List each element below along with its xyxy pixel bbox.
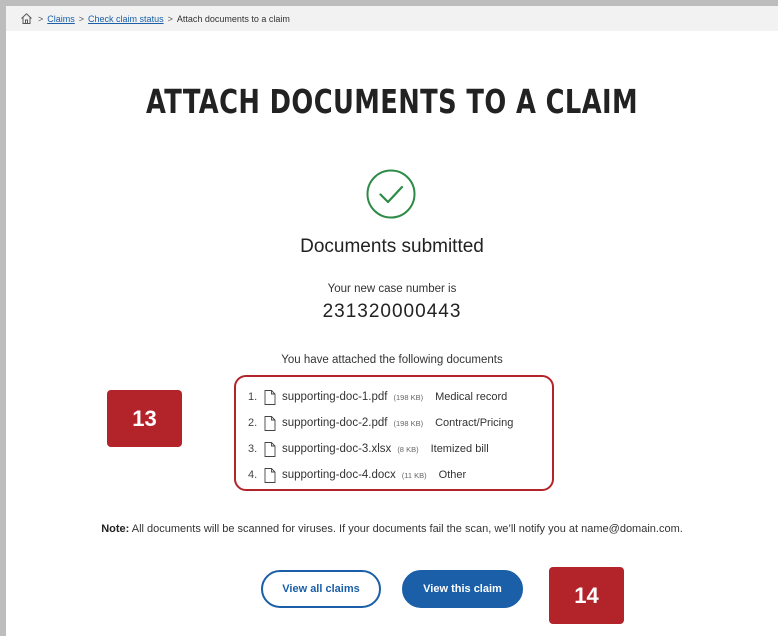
document-number: 2. <box>248 417 258 429</box>
annotation-badge: 14 <box>549 567 624 624</box>
document-size: (198 KB) <box>393 392 424 402</box>
document-filename: supporting-doc-3.xlsx <box>282 443 392 455</box>
virus-scan-note: Note: All documents will be scanned for … <box>6 523 778 535</box>
document-type: Medical record <box>435 391 508 403</box>
file-icon <box>264 441 276 457</box>
breadcrumb-separator: > <box>38 13 44 24</box>
case-number-label: Your new case number is <box>327 283 457 295</box>
page-frame: > Claims > Check claim status > Attach d… <box>6 6 778 636</box>
document-number: 4. <box>248 469 258 481</box>
document-item: 1. supporting-doc-1.pdf (198 KB) Medical… <box>248 388 507 406</box>
annotation-badge: 13 <box>107 390 182 447</box>
document-type: Other <box>438 469 467 481</box>
breadcrumb-current: Attach documents to a claim <box>176 13 290 24</box>
document-size: (8 KB) <box>397 444 419 454</box>
view-all-claims-button[interactable]: View all claims <box>261 570 381 608</box>
document-item: 3. supporting-doc-3.xlsx (8 KB) Itemized… <box>248 440 489 458</box>
view-this-claim-button[interactable]: View this claim <box>402 570 523 608</box>
note-text: All documents will be scanned for viruse… <box>129 523 683 535</box>
document-item: 2. supporting-doc-2.pdf (198 KB) Contrac… <box>248 414 513 432</box>
file-icon <box>264 415 276 431</box>
attached-documents-intro: You have attached the following document… <box>281 354 503 366</box>
breadcrumb: > Claims > Check claim status > Attach d… <box>6 6 778 31</box>
breadcrumb-check-status-link[interactable]: Check claim status <box>88 14 164 24</box>
document-filename: supporting-doc-1.pdf <box>282 391 388 403</box>
document-item: 4. supporting-doc-4.docx (11 KB) Other <box>248 466 466 484</box>
file-icon <box>264 467 276 483</box>
document-type: Itemized bill <box>430 443 489 455</box>
case-number: 231320000443 <box>322 301 462 322</box>
document-number: 3. <box>248 443 258 455</box>
document-size: (198 KB) <box>393 418 424 428</box>
check-circle-icon <box>366 169 416 219</box>
status-heading: Documents submitted <box>300 236 484 257</box>
document-type: Contract/Pricing <box>435 417 514 429</box>
file-icon <box>264 389 276 405</box>
document-filename: supporting-doc-4.docx <box>282 469 396 481</box>
document-filename: supporting-doc-2.pdf <box>282 417 388 429</box>
breadcrumb-separator: > <box>167 13 173 24</box>
page-title: ATTACH DOCUMENTS TO A CLAIM <box>145 82 639 121</box>
document-number: 1. <box>248 391 258 403</box>
note-label: Note: <box>101 523 130 535</box>
document-size: (11 KB) <box>401 470 427 480</box>
attached-documents-list: 1. supporting-doc-1.pdf (198 KB) Medical… <box>234 375 554 491</box>
breadcrumb-claims-link[interactable]: Claims <box>47 14 75 24</box>
home-icon[interactable] <box>20 12 34 26</box>
breadcrumb-separator: > <box>78 13 85 24</box>
